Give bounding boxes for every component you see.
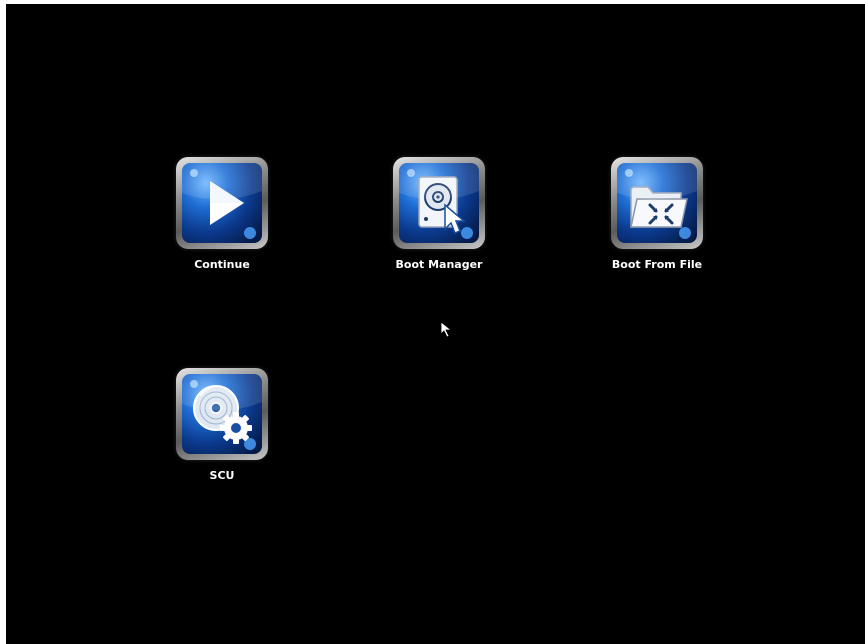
scu-label: SCU [209, 469, 235, 482]
scu-button[interactable]: SCU [154, 368, 274, 498]
boot-from-file-icon-frame [611, 157, 703, 249]
boot-from-file-button[interactable]: Boot From File [589, 157, 709, 287]
disc-gear-icon [190, 380, 256, 450]
disk-cursor-icon [407, 169, 473, 239]
scu-icon-frame [176, 368, 268, 460]
continue-button[interactable]: Continue [154, 157, 274, 287]
continue-icon-frame [176, 157, 268, 249]
boot-manager-label: Boot Manager [395, 258, 483, 271]
mouse-pointer-icon [440, 321, 453, 338]
boot-manager-button[interactable]: Boot Manager [371, 157, 491, 287]
play-icon [190, 169, 256, 239]
continue-label: Continue [194, 258, 250, 271]
boot-screen: Continue Boot Manager Boot From File SCU [6, 4, 865, 644]
boot-from-file-label: Boot From File [611, 258, 703, 271]
boot-manager-icon-frame [393, 157, 485, 249]
folder-icon [625, 169, 691, 239]
